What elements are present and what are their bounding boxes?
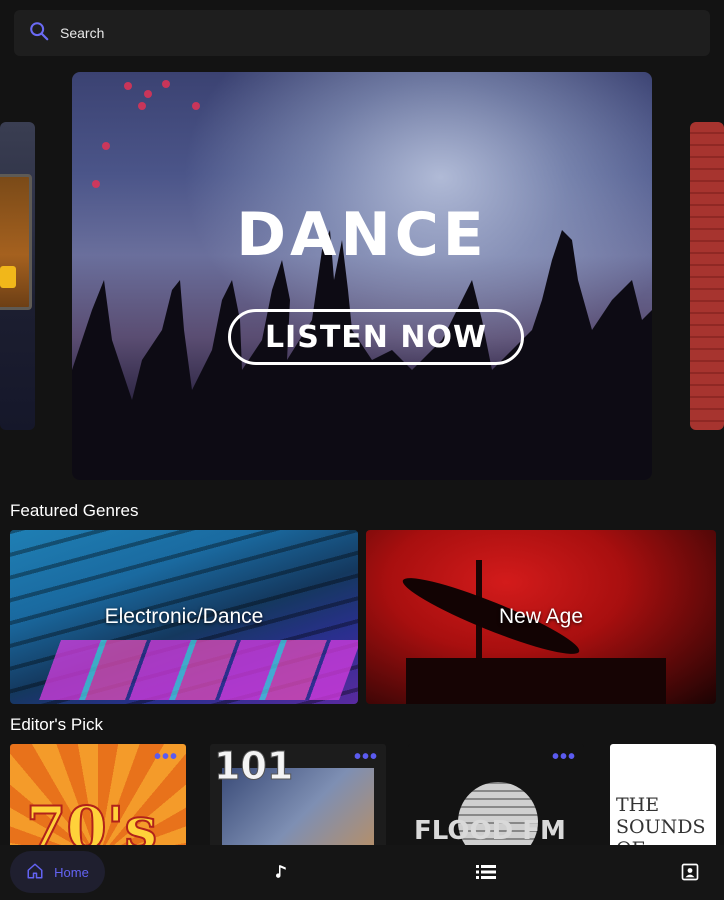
carousel-card-previous[interactable] [0, 122, 35, 430]
card-artwork [0, 174, 32, 310]
featured-genres-heading: Featured Genres [10, 501, 139, 520]
nav-music-button[interactable] [270, 860, 294, 884]
nav-profile-button[interactable] [678, 860, 702, 884]
nav-list-button[interactable] [474, 860, 498, 884]
hero-banner[interactable]: DANCE LISTEN NOW [72, 72, 652, 480]
genre-label: New Age [498, 605, 584, 628]
search-icon [28, 20, 50, 47]
station-art-text: 70's [25, 793, 158, 848]
station-art-text: THE SOUNDS OF BRAZIL [616, 794, 706, 848]
more-options-icon[interactable]: ••• [552, 747, 576, 767]
bottom-navigation: Home [0, 845, 724, 900]
editors-pick-card-1[interactable]: 70's ••• [10, 744, 186, 848]
station-art-text: 101 [213, 744, 294, 789]
card-artwork-detail [0, 266, 16, 288]
genre-artwork-drum [406, 658, 666, 704]
genre-artwork-pads [39, 640, 358, 700]
genre-label: Electronic/Dance [104, 605, 264, 628]
listen-now-button[interactable]: LISTEN NOW [228, 309, 524, 365]
list-icon [476, 865, 496, 879]
carousel-card-next[interactable] [690, 122, 724, 430]
music-note-icon [276, 865, 286, 878]
nav-home-label: Home [54, 864, 89, 880]
editors-pick-card-3[interactable]: FLOOD FM ••• [408, 744, 584, 848]
station-art-text: FLOOD FM [414, 816, 566, 846]
editors-pick-card-4[interactable]: THE SOUNDS OF BRAZIL [610, 744, 716, 848]
home-icon [26, 862, 44, 883]
nav-home-button[interactable]: Home [10, 851, 105, 893]
more-options-icon[interactable]: ••• [154, 747, 178, 767]
hero-title: DANCE [236, 200, 488, 270]
more-options-icon[interactable]: ••• [354, 747, 378, 767]
editors-pick-card-2[interactable]: 101 ••• [210, 744, 386, 848]
search-input[interactable] [60, 25, 660, 41]
editors-pick-heading: Editor's Pick [10, 715, 103, 734]
genre-card-electronic-dance[interactable]: Electronic/Dance [10, 530, 358, 704]
genre-card-new-age[interactable]: New Age [366, 530, 716, 704]
profile-icon [681, 863, 699, 881]
search-bar[interactable] [14, 10, 710, 56]
